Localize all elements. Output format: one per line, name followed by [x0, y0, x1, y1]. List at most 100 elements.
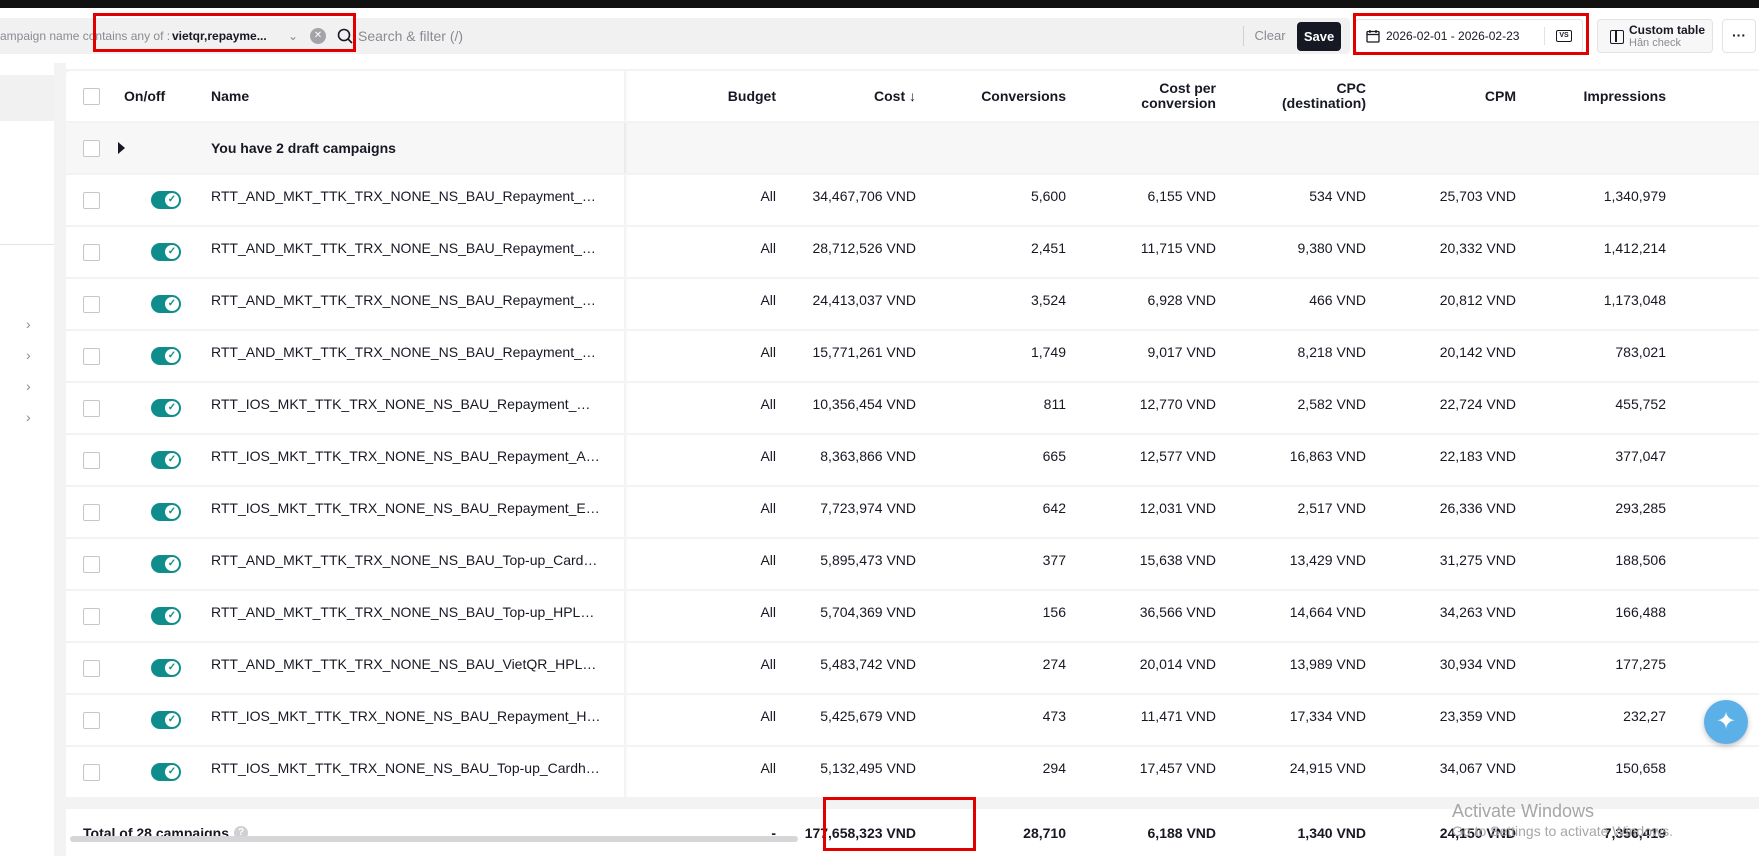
row-checkbox[interactable]: [83, 244, 100, 261]
table-row[interactable]: RTT_AND_MKT_TTK_TRX_NONE_NS_BAU_Repaymen…: [66, 175, 1759, 225]
row-checkbox[interactable]: [83, 452, 100, 469]
row-checkbox[interactable]: [83, 192, 100, 209]
header-name[interactable]: Name: [211, 71, 249, 121]
filter-bar[interactable]: ampaign name contains any of : vietqr,re…: [0, 18, 1350, 54]
campaign-name[interactable]: RTT_IOS_MKT_TTK_TRX_NONE_NS_BAU_Repaymen…: [211, 396, 601, 412]
row-checkbox[interactable]: [83, 764, 100, 781]
campaign-name[interactable]: RTT_IOS_MKT_TTK_TRX_NONE_NS_BAU_Repaymen…: [211, 500, 601, 516]
chevron-right-icon[interactable]: ›: [26, 379, 38, 393]
cpc-destination-cell: 14,664 VND: [1289, 604, 1366, 620]
table-row[interactable]: RTT_AND_MKT_TTK_TRX_NONE_NS_BAU_Repaymen…: [66, 227, 1759, 277]
campaign-toggle[interactable]: [151, 607, 181, 625]
table-row[interactable]: RTT_AND_MKT_TTK_TRX_NONE_NS_BAU_Repaymen…: [66, 279, 1759, 329]
campaign-name[interactable]: RTT_IOS_MKT_TTK_TRX_NONE_NS_BAU_Repaymen…: [211, 708, 601, 724]
header-cost-per-conversion[interactable]: Cost per conversion: [1076, 71, 1216, 121]
campaign-toggle[interactable]: [151, 295, 181, 313]
row-checkbox[interactable]: [83, 504, 100, 521]
row-checkbox[interactable]: [83, 348, 100, 365]
campaign-name-cell[interactable]: RTT_AND_MKT_TTK_TRX_NONE_NS_BAU_Top-up_H…: [211, 591, 601, 641]
campaign-name[interactable]: RTT_AND_MKT_TTK_TRX_NONE_NS_BAU_VietQR_H…: [211, 656, 601, 672]
horizontal-scrollbar[interactable]: [70, 836, 798, 842]
campaign-name-cell[interactable]: RTT_AND_MKT_TTK_TRX_NONE_NS_BAU_Repaymen…: [211, 227, 601, 277]
cost-per-conversion-cell: 12,577 VND: [1139, 448, 1216, 464]
row-checkbox[interactable]: [83, 556, 100, 573]
table-row[interactable]: RTT_AND_MKT_TTK_TRX_NONE_NS_BAU_VietQR_H…: [66, 643, 1759, 693]
table-row[interactable]: RTT_IOS_MKT_TTK_TRX_NONE_NS_BAU_Repaymen…: [66, 435, 1759, 485]
campaign-name[interactable]: RTT_IOS_MKT_TTK_TRX_NONE_NS_BAU_Top-up_C…: [211, 760, 601, 776]
campaign-name-cell[interactable]: RTT_AND_MKT_TTK_TRX_NONE_NS_BAU_Repaymen…: [211, 279, 601, 329]
campaign-toggle[interactable]: [151, 191, 181, 209]
select-all-checkbox[interactable]: [83, 88, 100, 105]
campaign-name[interactable]: RTT_AND_MKT_TTK_TRX_NONE_NS_BAU_Repaymen…: [211, 292, 601, 308]
campaign-name[interactable]: RTT_AND_MKT_TTK_TRX_NONE_NS_BAU_Top-up_C…: [211, 552, 601, 568]
header-cost[interactable]: Cost ↓: [786, 71, 916, 121]
header-budget[interactable]: Budget: [666, 71, 776, 121]
campaign-toggle[interactable]: [151, 347, 181, 365]
row-checkbox[interactable]: [83, 608, 100, 625]
row-checkbox[interactable]: [83, 660, 100, 677]
conversions-cell: 642: [1042, 500, 1066, 516]
chevron-right-icon[interactable]: ›: [26, 410, 38, 424]
conversions-cell: 665: [1042, 448, 1066, 464]
campaign-name[interactable]: RTT_AND_MKT_TTK_TRX_NONE_NS_BAU_Repaymen…: [211, 344, 601, 360]
expand-caret-icon[interactable]: [118, 142, 125, 154]
search-input[interactable]: [358, 18, 1228, 54]
campaign-name[interactable]: RTT_AND_MKT_TTK_TRX_NONE_NS_BAU_Repaymen…: [211, 240, 601, 256]
campaign-toggle[interactable]: [151, 659, 181, 677]
table-row[interactable]: RTT_IOS_MKT_TTK_TRX_NONE_NS_BAU_Repaymen…: [66, 487, 1759, 537]
campaign-name-cell[interactable]: RTT_AND_MKT_TTK_TRX_NONE_NS_BAU_Top-up_C…: [211, 539, 601, 589]
assistant-float-button[interactable]: [1704, 700, 1748, 744]
left-panel-selected-item[interactable]: [0, 75, 54, 121]
campaign-toggle[interactable]: [151, 555, 181, 573]
date-range-picker[interactable]: 2026-02-01 - 2026-02-23 VS: [1355, 19, 1583, 53]
campaign-toggle[interactable]: [151, 503, 181, 521]
chevron-right-icon[interactable]: ›: [26, 317, 38, 331]
compare-icon[interactable]: VS: [1556, 30, 1572, 42]
campaign-name-cell[interactable]: RTT_IOS_MKT_TTK_TRX_NONE_NS_BAU_Repaymen…: [211, 435, 601, 485]
campaign-toggle[interactable]: [151, 451, 181, 469]
draft-campaigns-row[interactable]: You have 2 draft campaigns: [66, 123, 1759, 173]
campaign-name-cell[interactable]: RTT_AND_MKT_TTK_TRX_NONE_NS_BAU_Repaymen…: [211, 175, 601, 225]
campaign-name[interactable]: RTT_AND_MKT_TTK_TRX_NONE_NS_BAU_Repaymen…: [211, 188, 601, 204]
campaign-name-cell[interactable]: RTT_IOS_MKT_TTK_TRX_NONE_NS_BAU_Repaymen…: [211, 487, 601, 537]
campaign-name[interactable]: RTT_IOS_MKT_TTK_TRX_NONE_NS_BAU_Repaymen…: [211, 448, 601, 464]
row-checkbox[interactable]: [83, 400, 100, 417]
campaign-toggle[interactable]: [151, 399, 181, 417]
header-conversions[interactable]: Conversions: [936, 71, 1066, 121]
table-row[interactable]: RTT_IOS_MKT_TTK_TRX_NONE_NS_BAU_Repaymen…: [66, 383, 1759, 433]
campaign-toggle[interactable]: [151, 243, 181, 261]
chevron-down-icon[interactable]: ⌄: [285, 28, 301, 44]
table-row[interactable]: RTT_IOS_MKT_TTK_TRX_NONE_NS_BAU_Repaymen…: [66, 695, 1759, 745]
cost-per-conversion-cell: 9,017 VND: [1147, 344, 1216, 360]
campaign-name-cell[interactable]: RTT_AND_MKT_TTK_TRX_NONE_NS_BAU_Repaymen…: [211, 331, 601, 381]
save-button[interactable]: Save: [1297, 22, 1341, 51]
draft-checkbox[interactable]: [83, 140, 100, 157]
campaign-name-cell[interactable]: RTT_IOS_MKT_TTK_TRX_NONE_NS_BAU_Top-up_C…: [211, 747, 601, 797]
table-row[interactable]: RTT_IOS_MKT_TTK_TRX_NONE_NS_BAU_Top-up_C…: [66, 747, 1759, 797]
cpc-destination-cell: 24,915 VND: [1289, 760, 1366, 776]
header-impressions[interactable]: Impressions: [1526, 71, 1666, 121]
chevron-right-icon[interactable]: ›: [26, 348, 38, 362]
campaign-name-cell[interactable]: RTT_IOS_MKT_TTK_TRX_NONE_NS_BAU_Repaymen…: [211, 383, 601, 433]
campaign-name-cell[interactable]: RTT_AND_MKT_TTK_TRX_NONE_NS_BAU_VietQR_H…: [211, 643, 601, 693]
campaign-name-cell[interactable]: RTT_IOS_MKT_TTK_TRX_NONE_NS_BAU_Repaymen…: [211, 695, 601, 745]
cpm-cell: 22,183 VND: [1439, 448, 1516, 464]
campaign-toggle[interactable]: [151, 711, 181, 729]
campaign-toggle[interactable]: [151, 763, 181, 781]
clear-filter-icon[interactable]: ✕: [310, 28, 326, 44]
table-row[interactable]: RTT_AND_MKT_TTK_TRX_NONE_NS_BAU_Top-up_H…: [66, 591, 1759, 641]
table-row[interactable]: RTT_AND_MKT_TTK_TRX_NONE_NS_BAU_Top-up_C…: [66, 539, 1759, 589]
row-checkbox[interactable]: [83, 296, 100, 313]
table-row[interactable]: RTT_AND_MKT_TTK_TRX_NONE_NS_BAU_Repaymen…: [66, 331, 1759, 381]
header-onoff[interactable]: On/off: [124, 71, 165, 121]
clear-button[interactable]: Clear: [1250, 18, 1290, 54]
header-cpc-destination[interactable]: CPC (destination): [1226, 71, 1366, 121]
more-options-button[interactable]: ···: [1722, 19, 1756, 53]
conversions-cell: 2,451: [1030, 240, 1066, 256]
custom-table-button[interactable]: Custom table Hân check: [1597, 19, 1713, 53]
filter-chip-value[interactable]: vietqr,repayme...: [172, 18, 275, 54]
campaign-name[interactable]: RTT_AND_MKT_TTK_TRX_NONE_NS_BAU_Top-up_H…: [211, 604, 601, 620]
header-cpm[interactable]: CPM: [1376, 71, 1516, 121]
cost-cell: 5,132,495 VND: [820, 760, 916, 776]
row-checkbox[interactable]: [83, 712, 100, 729]
